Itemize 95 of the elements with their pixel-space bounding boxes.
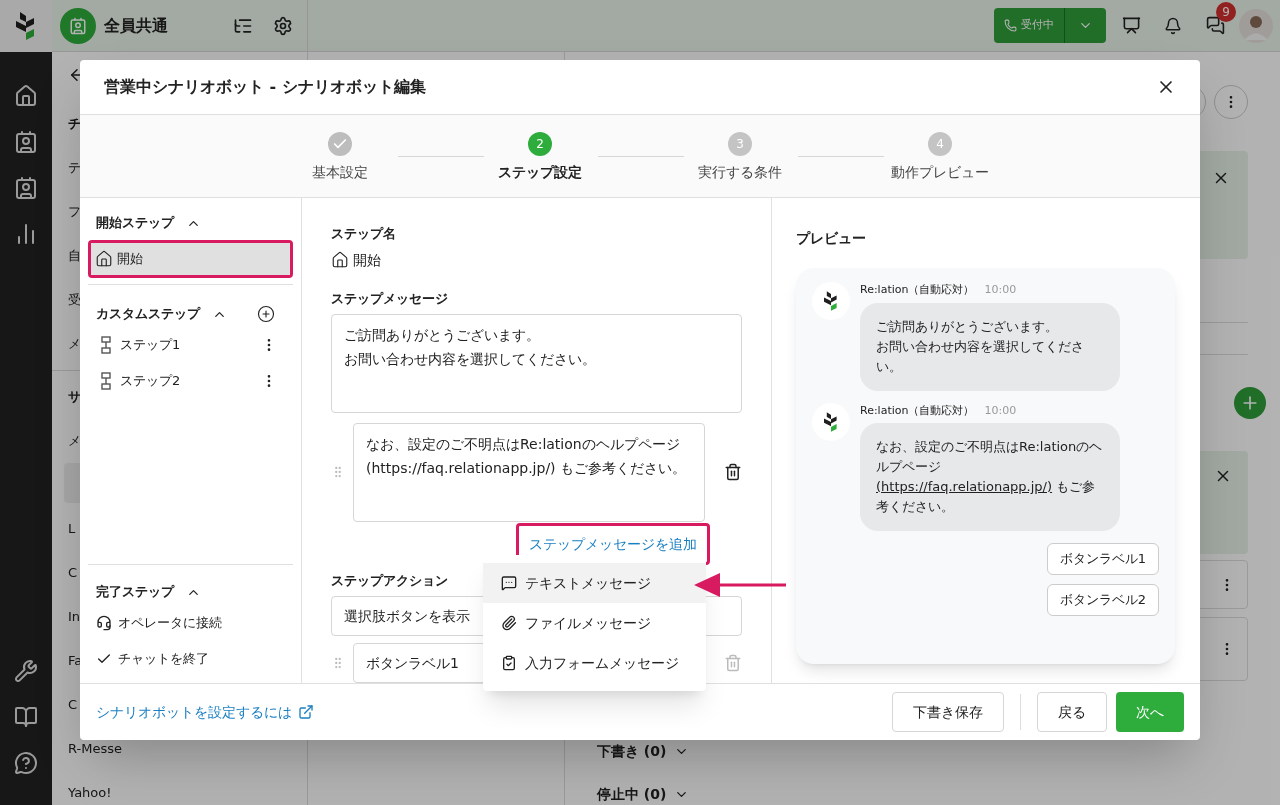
sender-name: Re:lation（自動応対）: [860, 282, 975, 298]
bell-icon[interactable]: [1164, 16, 1182, 35]
tools-icon[interactable]: [14, 659, 38, 683]
home-icon: [331, 251, 349, 269]
step-name: ステップ2: [120, 372, 181, 391]
delete-icon[interactable]: [724, 463, 742, 482]
field-label: ステップメッセージ: [331, 289, 448, 308]
menu-item[interactable]: 入力フォームメッセージ: [483, 643, 706, 683]
sidebar-item[interactable]: メ: [68, 419, 81, 463]
choice-button[interactable]: ボタンラベル2: [1046, 584, 1159, 616]
message-line: お問い合わせ内容を選択してください。: [344, 350, 596, 369]
message-field[interactable]: なお、設定のご不明点はRe:lationのヘルプページ (https://faq.relationapp.jp/) もご参考ください。: [352, 422, 706, 522]
section-title: カスタムステップ: [96, 305, 200, 324]
settings-icon[interactable]: [273, 15, 293, 36]
workspace-name: 全員共通: [104, 14, 168, 37]
home-icon[interactable]: [14, 84, 38, 108]
sidebar-item[interactable]: フ: [68, 190, 81, 234]
chat-bubble-icon: [501, 575, 517, 591]
avatar[interactable]: [1239, 8, 1273, 43]
step-item[interactable]: チャットを終了: [96, 641, 285, 677]
add-step-icon[interactable]: [257, 305, 275, 323]
sidebar-heading: サ: [68, 388, 81, 407]
message-line: お問い合わせ内容を選択してください。: [876, 337, 1085, 376]
sidebar-item[interactable]: In: [68, 595, 81, 639]
secondary-button[interactable]: 戻る: [1037, 692, 1107, 732]
headset-icon: [96, 615, 112, 631]
logo-icon: [16, 11, 36, 40]
field-label: ステップアクション: [331, 571, 448, 590]
sidebar-item[interactable]: テ: [68, 146, 81, 190]
message-text: なお、設定のご不明点はRe:lationのヘルプページ (https://faq.relationapp.jp/) もご参考ください。: [876, 438, 1104, 516]
choice-button[interactable]: ボタンラベル1: [1046, 543, 1159, 575]
step-item[interactable]: オペレータに接続: [96, 605, 285, 641]
add-button[interactable]: [1234, 387, 1266, 420]
contacts-icon[interactable]: [14, 176, 38, 200]
field-label: ステップ名: [331, 225, 396, 243]
step-node-icon: [100, 372, 112, 390]
help-link[interactable]: シナリオボットを設定するには: [96, 701, 314, 723]
phone-icon: [1004, 19, 1017, 32]
menu-label: 入力フォームメッセージ: [525, 653, 679, 673]
sender-name: Re:lation（自動応対）: [860, 402, 975, 419]
message-text: なお、設定のご不明点はRe:lationのヘルプページ (https://faq.relationapp.jp/) もご参考ください。: [365, 434, 687, 478]
step-item[interactable]: 開始: [91, 243, 290, 275]
external-link-icon: [298, 704, 314, 720]
message-field[interactable]: ご訪問ありがとうございます。 お問い合わせ内容を選択してください。: [331, 314, 742, 413]
message-line: ご訪問ありがとうございます。: [344, 326, 540, 345]
secondary-button[interactable]: 下書き保存: [892, 692, 1004, 732]
menu-item[interactable]: ファイルメッセージ: [483, 603, 706, 643]
message-line: ご訪問ありがとうございます。: [876, 317, 1058, 336]
step-number: 4: [936, 136, 944, 153]
modal-title: 営業中シナリオボット - シナリオボット編集: [104, 76, 426, 98]
section-heading[interactable]: 停止中 (0): [597, 784, 667, 805]
add-message-link[interactable]: ステップメッセージを追加: [529, 535, 697, 552]
logo-icon: [824, 411, 838, 432]
sidebar-item[interactable]: 受: [68, 278, 81, 322]
menu-label: テキストメッセージ: [525, 573, 651, 593]
sidebar-item[interactable]: Yahoo!: [68, 771, 112, 805]
step-name: 開始: [353, 250, 381, 270]
preview-title: プレビュー: [796, 230, 866, 246]
sidebar-item[interactable]: L: [68, 507, 76, 551]
sidebar-item[interactable]: C: [68, 551, 78, 595]
step-item[interactable]: ステップ1: [96, 327, 285, 363]
sidebar-heading: チ: [68, 115, 81, 134]
step-number: 2: [536, 136, 544, 153]
message-time: 10:00: [984, 282, 1017, 298]
help-icon[interactable]: [14, 751, 38, 775]
status-label: 受付中: [1021, 17, 1054, 34]
section-title: 開始ステップ: [96, 214, 174, 233]
board-icon[interactable]: [1122, 16, 1141, 35]
menu-item[interactable]: テキストメッセージ: [483, 563, 706, 603]
help-link[interactable]: (https://faq.relationapp.jp/): [876, 479, 1053, 494]
step-label: 基本設定: [312, 163, 368, 182]
section-heading[interactable]: 下書き (0): [597, 741, 667, 762]
chat-icon[interactable]: [1206, 16, 1225, 35]
step-name: オペレータに接続: [118, 614, 222, 633]
sidebar-item[interactable]: 自: [68, 234, 81, 278]
step-label: ステップ設定: [498, 163, 582, 182]
step-node-icon: [100, 336, 112, 354]
step-number: 3: [736, 136, 744, 153]
step-name: 開始: [117, 250, 143, 269]
step-name: チャットを終了: [118, 650, 209, 669]
step-label: 実行する条件: [698, 163, 782, 182]
message-time: 10:00: [984, 402, 1017, 419]
step-name: ステップ1: [120, 336, 181, 355]
section-title: 完了ステップ: [96, 583, 174, 602]
clipboard-icon: [501, 655, 517, 671]
notification-badge: 9: [1216, 2, 1236, 22]
sidebar-item[interactable]: C: [68, 683, 78, 727]
logo-icon: [824, 291, 838, 311]
home-icon: [95, 250, 113, 268]
step-label: 動作プレビュー: [891, 163, 989, 182]
step-item[interactable]: ステップ2: [96, 363, 285, 399]
menu-label: ファイルメッセージ: [525, 613, 651, 633]
sidebar-item[interactable]: メ: [68, 322, 81, 366]
book-icon[interactable]: [14, 705, 38, 729]
paperclip-icon: [501, 615, 517, 631]
